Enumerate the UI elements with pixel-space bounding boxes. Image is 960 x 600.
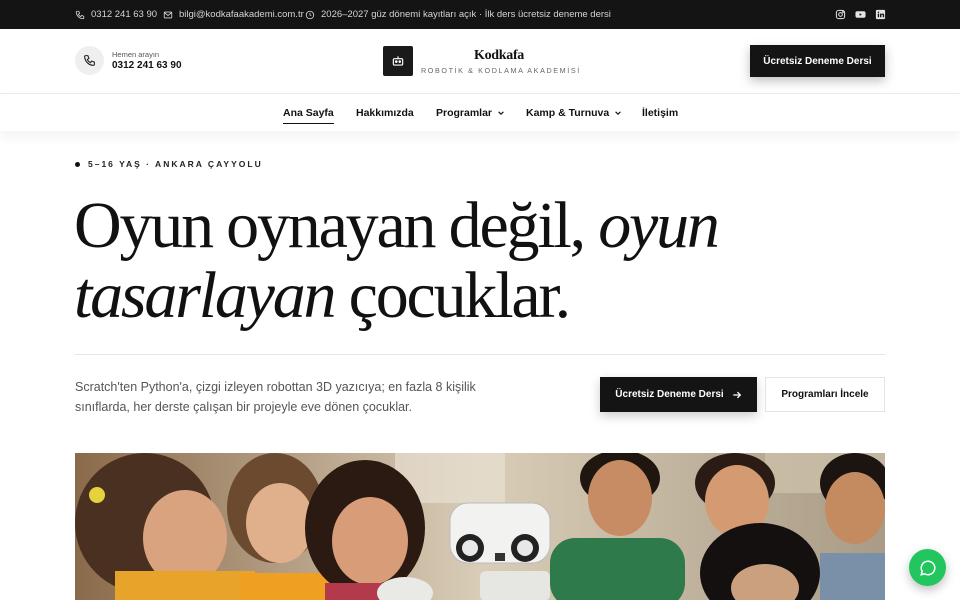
nav-item-label: Hakkımızda	[356, 106, 414, 119]
divider	[75, 354, 885, 355]
topbar-notice: 2026–2027 güz dönemi kayıtları açık · İl…	[305, 0, 611, 29]
topbar-phone-link[interactable]: 0312 241 63 90	[75, 0, 157, 29]
brand-tagline: ROBOTİK & KODLAMA AKADEMİSİ	[421, 66, 581, 75]
robot-icon	[392, 56, 404, 66]
hero-headline: Oyun oynayan değil, oyun tasarlayan çocu…	[74, 191, 874, 331]
nav-item-camp[interactable]: Kamp & Turnuva	[526, 94, 622, 131]
call-button[interactable]	[75, 46, 104, 75]
topbar-email: bilgi@kodkafaakademi.com.tr	[179, 9, 304, 20]
chevron-down-icon	[615, 110, 622, 115]
phone-icon	[84, 55, 95, 66]
eyebrow-text: 5–16 YAŞ · ANKARA ÇAYYOLU	[88, 159, 263, 169]
top-bar: 0312 241 63 90 bilgi@kodkafaakademi.com.…	[0, 0, 960, 29]
headline-line-2: tasarlayan çocuklar.	[74, 261, 874, 331]
arrow-right-icon	[732, 391, 741, 398]
nav-item-label: Programlar	[436, 106, 493, 119]
button-label: Ücretsiz Deneme Dersi	[615, 389, 724, 400]
nav-item-label: Kamp & Turnuva	[526, 106, 610, 119]
linkedin-icon[interactable]	[875, 9, 886, 20]
headline-italic: oyun	[598, 189, 720, 262]
hero-programs-button[interactable]: Programları İncele	[765, 377, 885, 412]
header-trial-button[interactable]: Ücretsiz Deneme Dersi	[750, 45, 885, 77]
call-number[interactable]: 0312 241 63 90	[112, 60, 182, 71]
logo-mark[interactable]	[383, 46, 413, 76]
headline-line-1: Oyun oynayan değil, oyun	[74, 191, 874, 261]
hero-eyebrow: 5–16 YAŞ · ANKARA ÇAYYOLU	[75, 159, 263, 169]
hero-photo	[75, 453, 885, 600]
hero-trial-button[interactable]: Ücretsiz Deneme Dersi	[600, 377, 757, 412]
main-nav: Ana Sayfa Hakkımızda Programlar Kamp & T…	[0, 94, 960, 131]
nav-item-label: Ana Sayfa	[283, 106, 334, 119]
nav-item-programs[interactable]: Programlar	[436, 94, 505, 131]
chevron-down-icon	[498, 110, 504, 115]
bullet-dot	[75, 161, 80, 167]
topbar-phone: 0312 241 63 90	[91, 9, 158, 20]
mail-icon	[163, 10, 173, 20]
nav-item-home[interactable]: Ana Sayfa	[283, 94, 334, 131]
phone-icon	[75, 10, 85, 20]
topbar-notice-text: 2026–2027 güz dönemi kayıtları açık · İl…	[321, 9, 611, 20]
nav-item-contact[interactable]: İletişim	[642, 94, 678, 131]
whatsapp-button[interactable]	[909, 549, 946, 586]
call-label: Hemen arayın	[112, 50, 160, 59]
nav-item-label: İletişim	[642, 106, 679, 119]
youtube-icon[interactable]	[855, 9, 866, 20]
nav-item-about[interactable]: Hakkımızda	[356, 94, 414, 131]
chat-bubble-icon	[919, 559, 936, 576]
topbar-email-link[interactable]: bilgi@kodkafaakademi.com.tr	[163, 0, 304, 29]
instagram-icon[interactable]	[835, 9, 846, 20]
headline-italic: tasarlayan	[74, 259, 337, 332]
clock-icon	[305, 10, 315, 20]
headline-part: Oyun oynayan değil,	[74, 189, 599, 262]
hero-lead: Scratch'ten Python'a, çizgi izleyen robo…	[75, 380, 476, 414]
headline-part: çocuklar.	[334, 259, 571, 332]
brand-name[interactable]: Kodkafa	[421, 48, 577, 64]
site-header: Hemen arayın 0312 241 63 90 Kodkafa ROBO…	[0, 29, 960, 94]
